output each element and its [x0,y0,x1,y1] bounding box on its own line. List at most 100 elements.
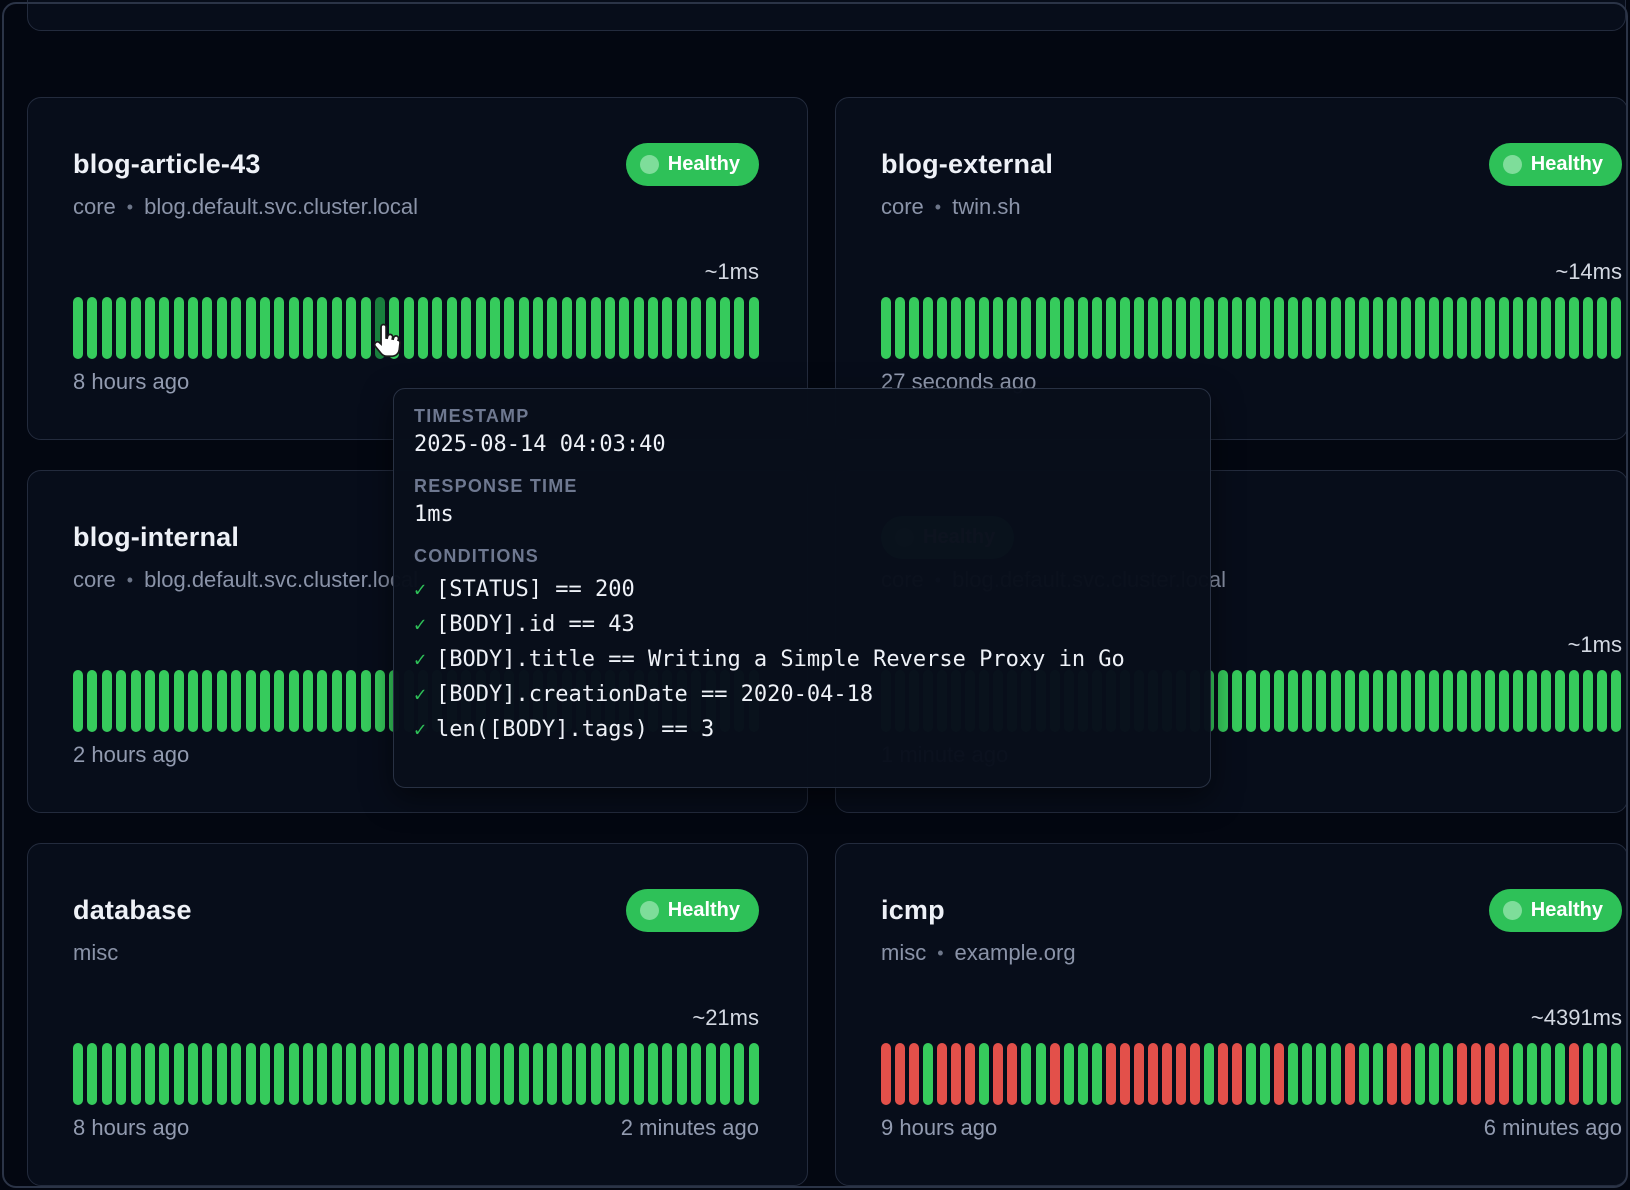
result-bar-success[interactable] [923,297,933,359]
result-bar-success[interactable] [303,670,313,732]
result-bar-success[interactable] [188,1043,198,1105]
result-bar-success[interactable] [1471,670,1481,732]
result-bar-success[interactable] [691,297,701,359]
result-bar-success[interactable] [1359,1043,1369,1105]
result-bar-success[interactable] [576,297,586,359]
result-bar-success[interactable] [1092,1043,1102,1105]
result-bar-success[interactable] [533,297,543,359]
result-bar-success[interactable] [476,1043,486,1105]
result-bar-success[interactable] [591,297,601,359]
result-bar-success[interactable] [87,1043,97,1105]
uptime-bars[interactable] [881,1043,1622,1105]
result-bar-success[interactable] [504,297,514,359]
result-bar-success[interactable] [1064,297,1074,359]
result-bar-success[interactable] [1611,670,1621,732]
result-bar-success[interactable] [116,670,126,732]
result-bar-success[interactable] [1457,670,1467,732]
uptime-bars[interactable] [73,1043,759,1105]
result-bar-success[interactable] [648,297,658,359]
result-bar-success[interactable] [734,1043,744,1105]
result-bar-success[interactable] [1204,297,1214,359]
result-bar-success[interactable] [1288,1043,1298,1105]
result-bar-success[interactable] [159,670,169,732]
result-bar-failure[interactable] [1120,1043,1130,1105]
result-bar-success[interactable] [677,1043,687,1105]
result-bar-failure[interactable] [881,1043,891,1105]
result-bar-success[interactable] [490,1043,500,1105]
result-bar-success[interactable] [1597,1043,1607,1105]
result-bar-success[interactable] [1555,670,1565,732]
result-bar-success[interactable] [691,1043,701,1105]
result-bar-success[interactable] [346,297,356,359]
result-bar-failure[interactable] [895,1043,905,1105]
result-bar-success[interactable] [217,297,227,359]
result-bar-success[interactable] [145,670,155,732]
result-bar-success[interactable] [1401,297,1411,359]
result-bar-success[interactable] [217,670,227,732]
result-bar-success[interactable] [662,1043,672,1105]
result-bar-success[interactable] [1120,297,1130,359]
result-bar-success[interactable] [1092,297,1102,359]
result-bar-success[interactable] [476,297,486,359]
result-bar-success[interactable] [332,1043,342,1105]
result-bar-success[interactable] [87,670,97,732]
result-bar-success[interactable] [1373,670,1383,732]
result-bar-success[interactable] [102,1043,112,1105]
result-bar-success[interactable] [1373,297,1383,359]
result-bar-success[interactable] [677,297,687,359]
result-bar-success[interactable] [432,1043,442,1105]
result-bar-success[interactable] [461,297,471,359]
result-bar-success[interactable] [1527,670,1537,732]
result-bar-success[interactable] [1316,670,1326,732]
result-bar-failure[interactable] [1387,1043,1397,1105]
result-bar-success[interactable] [1246,1043,1256,1105]
result-bar-success[interactable] [1218,670,1228,732]
result-bar-success[interactable] [1064,1043,1074,1105]
result-bar-success[interactable] [102,670,112,732]
result-bar-success[interactable] [145,297,155,359]
result-bar-success[interactable] [1302,670,1312,732]
result-bar-success[interactable] [231,297,241,359]
result-bar-success[interactable] [1331,297,1341,359]
result-bar-success[interactable] [749,297,759,359]
result-bar-success[interactable] [1429,297,1439,359]
result-bar-success[interactable] [1232,297,1242,359]
result-bar-success[interactable] [881,297,891,359]
result-bar-success[interactable] [1359,670,1369,732]
result-bar-success[interactable] [1050,297,1060,359]
result-bar-success[interactable] [1583,670,1593,732]
result-bar-success[interactable] [145,1043,155,1105]
result-bar-success[interactable] [1443,670,1453,732]
result-bar-success[interactable] [418,297,428,359]
result-bar-failure[interactable] [1401,1043,1411,1105]
result-bar-success[interactable] [1541,1043,1551,1105]
result-bar-success[interactable] [1541,670,1551,732]
result-bar-success[interactable] [1513,1043,1523,1105]
result-bar-success[interactable] [634,1043,644,1105]
uptime-bars[interactable] [73,297,759,359]
result-bar-success[interactable] [174,1043,184,1105]
result-bar-success[interactable] [1569,670,1579,732]
result-bar-success[interactable] [289,297,299,359]
result-bar-success[interactable] [720,297,730,359]
result-bar-success[interactable] [1583,297,1593,359]
result-bar-success[interactable] [289,670,299,732]
result-bar-success[interactable] [591,1043,601,1105]
result-bar-success[interactable] [1148,297,1158,359]
result-bar-success[interactable] [749,1043,759,1105]
result-bar-success[interactable] [131,1043,141,1105]
result-bar-success[interactable] [562,297,572,359]
result-bar-success[interactable] [720,1043,730,1105]
result-bar-success[interactable] [317,670,327,732]
result-bar-success[interactable] [1527,297,1537,359]
result-bar-success[interactable] [1457,297,1467,359]
result-bar-success[interactable] [260,297,270,359]
result-bar-success[interactable] [404,1043,414,1105]
result-bar-success[interactable] [1429,1043,1439,1105]
result-bar-success[interactable] [662,297,672,359]
result-bar-success[interactable] [1190,297,1200,359]
result-bar-success[interactable] [634,297,644,359]
result-bar-success[interactable] [274,297,284,359]
result-bar-success[interactable] [1316,1043,1326,1105]
result-bar-success[interactable] [1007,297,1017,359]
